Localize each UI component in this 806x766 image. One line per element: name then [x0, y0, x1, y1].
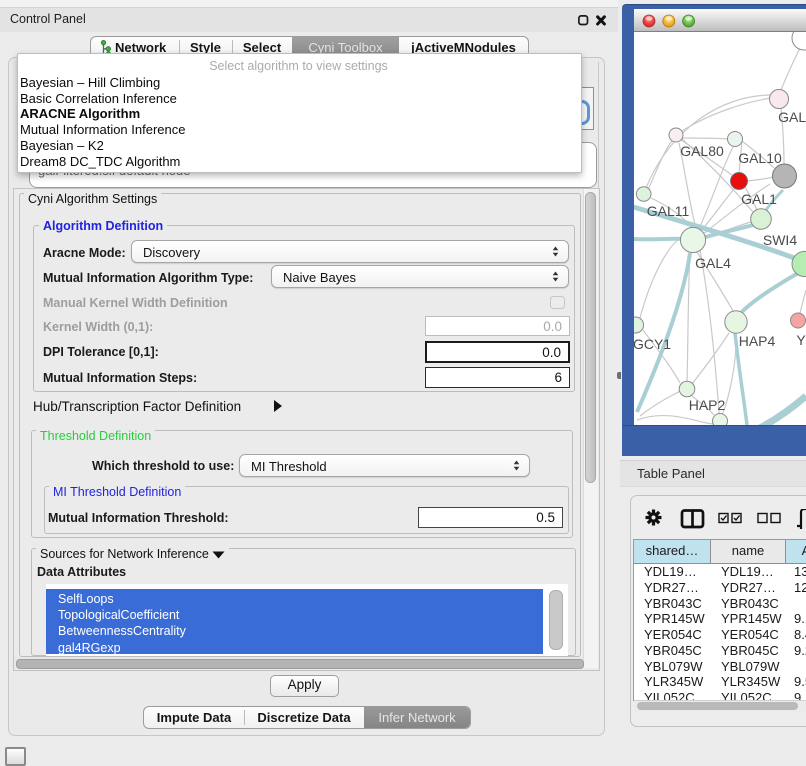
svg-text:HAP2: HAP2: [689, 397, 726, 413]
svg-text:GAL80: GAL80: [680, 143, 724, 159]
svg-text:GAL10: GAL10: [738, 150, 782, 166]
svg-text:GAL1: GAL1: [741, 191, 777, 207]
svg-text:GCY1: GCY1: [634, 336, 671, 352]
svg-text:SWI4: SWI4: [763, 232, 797, 248]
svg-text:Y: Y: [796, 332, 806, 348]
svg-text:GAL11: GAL11: [647, 203, 690, 219]
svg-text:HAP4: HAP4: [739, 333, 776, 349]
svg-text:GAL7: GAL7: [778, 109, 806, 125]
svg-text:GAL4: GAL4: [695, 255, 731, 271]
